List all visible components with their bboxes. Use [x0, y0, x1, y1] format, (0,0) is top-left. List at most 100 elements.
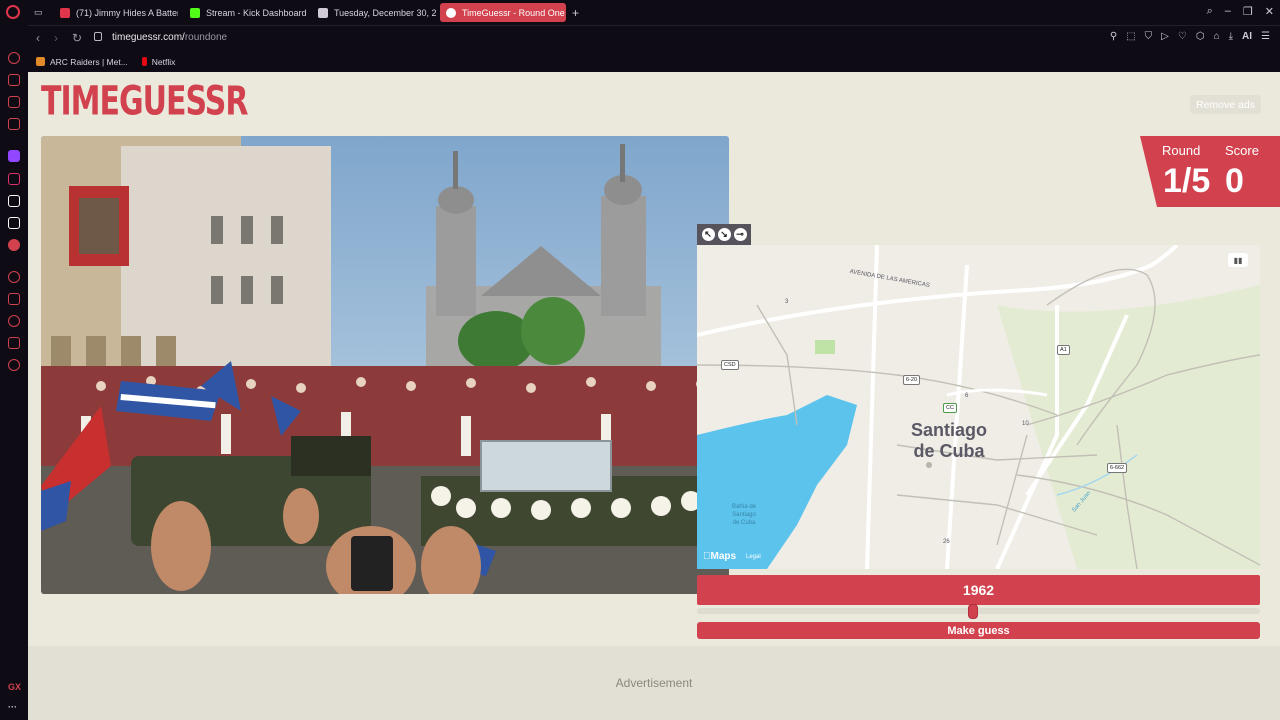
url-host: timeguessr.com/: [112, 32, 185, 43]
round-value: 1/5: [1163, 162, 1211, 200]
road-shield-a1: A1: [1057, 345, 1070, 355]
restore-icon[interactable]: ❐: [1243, 5, 1253, 18]
minimize-icon[interactable]: –: [1225, 5, 1231, 18]
netflix-icon: [141, 57, 147, 66]
window-controls: ⌕ – ❐ ✕: [1207, 5, 1274, 18]
attribution-label: Maps: [703, 551, 737, 562]
lock-icon: [94, 32, 102, 41]
bay-label-line: de Cuba: [732, 520, 756, 526]
year-display: 1962: [697, 575, 1260, 605]
gx-control-icon[interactable]: [8, 74, 20, 86]
pin-map-icon[interactable]: ⊸: [733, 228, 747, 241]
gx-corner-icon[interactable]: [8, 96, 20, 108]
city-line: Santiago: [911, 420, 988, 440]
round-label: Round: [1162, 143, 1201, 158]
menu-icon[interactable]: ☰: [1261, 31, 1270, 42]
tab-title: (71) Jimmy Hides A Battery: [76, 7, 178, 18]
tab-bar: ▭ (71) Jimmy Hides A Battery Stream - Ki…: [0, 0, 1280, 25]
round-photo: [41, 136, 729, 594]
search-tabs-icon[interactable]: ⌕: [1207, 5, 1213, 18]
wallet-icon[interactable]: ⌂: [1214, 31, 1220, 42]
pinboard-icon[interactable]: [8, 293, 20, 305]
extensions-icon[interactable]: ⬡: [1196, 31, 1205, 42]
round-score-card: Round 1/5 Score 0: [1140, 136, 1280, 207]
player-icon[interactable]: [8, 271, 20, 283]
tab-calendar[interactable]: Tuesday, December 30, 2: [312, 3, 436, 22]
tab-title: Stream - Kick Dashboard: [206, 7, 307, 18]
opera-menu-icon[interactable]: [6, 5, 20, 19]
map-layers-icon[interactable]: ▮▮: [1228, 253, 1248, 267]
guess-map[interactable]: ▮▮ AVENIDA DE LAS AMERICAS CSD 6-20 A1 C…: [697, 245, 1260, 569]
city-line: de Cuba: [913, 441, 985, 461]
play-icon[interactable]: ▷: [1161, 31, 1169, 42]
aria-ai-button[interactable]: AI: [1242, 31, 1252, 42]
make-guess-button[interactable]: Make guess: [697, 622, 1260, 639]
road-number-3: 3: [785, 299, 789, 305]
bookmark-label: ARC Raiders | Met...: [50, 56, 128, 67]
road-shield-cc: CC: [943, 403, 957, 413]
history-icon[interactable]: [8, 315, 20, 327]
tab-youtube[interactable]: (71) Jimmy Hides A Battery: [54, 3, 178, 22]
bay-label-line: Santiago: [732, 512, 756, 518]
more-icon[interactable]: ···: [8, 702, 17, 712]
expand-map-icon[interactable]: ↖: [701, 228, 715, 241]
tab-timeguessr[interactable]: TimeGuessr - Round One: [440, 3, 566, 22]
bookmark-netflix[interactable]: Netflix: [141, 56, 176, 67]
advertisement-label: Advertisement: [615, 676, 693, 690]
arc-raiders-icon: [36, 57, 45, 66]
timeguessr-logo[interactable]: TIMEGUESSR: [41, 81, 248, 123]
bay-label-line: Bahía de: [732, 504, 757, 510]
score-label: Score: [1225, 143, 1259, 158]
map-resize-toolbar: ↖ ↘ ⊸: [697, 224, 751, 245]
road-shield-620: 6-20: [903, 375, 921, 385]
speed-dial-icon[interactable]: [8, 52, 20, 64]
road-number-26: 26: [943, 539, 950, 545]
tab-title: TimeGuessr - Round One: [462, 7, 565, 18]
youtube-icon: [60, 7, 70, 18]
media-icon[interactable]: [8, 118, 20, 130]
gx-label: GX: [8, 682, 22, 692]
bookmarks-bar: ARC Raiders | Met... Netflix: [28, 51, 1280, 72]
settings-icon[interactable]: [8, 359, 20, 371]
photo-illustration: [41, 136, 729, 594]
workspace-icon[interactable]: ▭: [28, 3, 50, 22]
twitch-icon[interactable]: [8, 150, 20, 162]
new-tab-button[interactable]: +: [566, 3, 585, 22]
tab-title: Tuesday, December 30, 2: [334, 7, 436, 18]
back-icon[interactable]: ‹: [36, 31, 40, 45]
timeguessr-icon: [446, 7, 456, 18]
url-field[interactable]: timeguessr.com/roundone: [112, 32, 227, 43]
close-icon[interactable]: ✕: [1265, 5, 1274, 18]
x-icon[interactable]: [8, 217, 20, 229]
year-slider-thumb[interactable]: [967, 604, 978, 619]
road-shield-6662: 6-662: [1107, 463, 1128, 473]
kick-icon: [190, 7, 200, 18]
score-value: 0: [1225, 162, 1244, 200]
road-number-10: 10: [1022, 421, 1029, 427]
shrink-map-icon[interactable]: ↘: [717, 228, 731, 241]
reload-icon[interactable]: ↻: [72, 31, 82, 45]
legal-link[interactable]: Legal: [746, 554, 761, 560]
road-shield-csd: CSD: [721, 360, 739, 370]
bay-label: Bahía de Santiago de Cuba: [732, 503, 756, 527]
forward-icon[interactable]: ›: [54, 31, 58, 45]
bookmark-arc-raiders[interactable]: ARC Raiders | Met...: [36, 57, 128, 67]
heart-icon[interactable]: ♡: [1178, 31, 1187, 42]
tiktok-icon[interactable]: [8, 195, 20, 207]
map-city-label: Santiago de Cuba: [911, 420, 987, 462]
tab-kick[interactable]: Stream - Kick Dashboard: [184, 3, 308, 22]
remove-ads-button[interactable]: Remove ads: [1190, 95, 1261, 114]
pin-icon[interactable]: ⚲: [1110, 31, 1117, 42]
shield-icon[interactable]: ⛉: [1145, 31, 1153, 42]
calendar-icon: [318, 7, 328, 18]
year-slider-track[interactable]: [697, 608, 1260, 614]
snapshot-icon[interactable]: ⬚: [1126, 31, 1135, 42]
apple-maps-attribution: Maps: [703, 551, 736, 562]
music-icon[interactable]: [8, 239, 20, 251]
instagram-icon[interactable]: [8, 173, 20, 185]
extensions-sidebar-icon[interactable]: [8, 337, 20, 349]
browser-sidebar: GX ···: [0, 25, 28, 720]
download-icon[interactable]: ⤓: [1229, 31, 1233, 42]
bookmark-label: Netflix: [151, 56, 176, 67]
address-bar: ‹ › ↻ timeguessr.com/roundone ⚲ ⬚ ⛉ ▷ ♡ …: [28, 25, 1280, 51]
